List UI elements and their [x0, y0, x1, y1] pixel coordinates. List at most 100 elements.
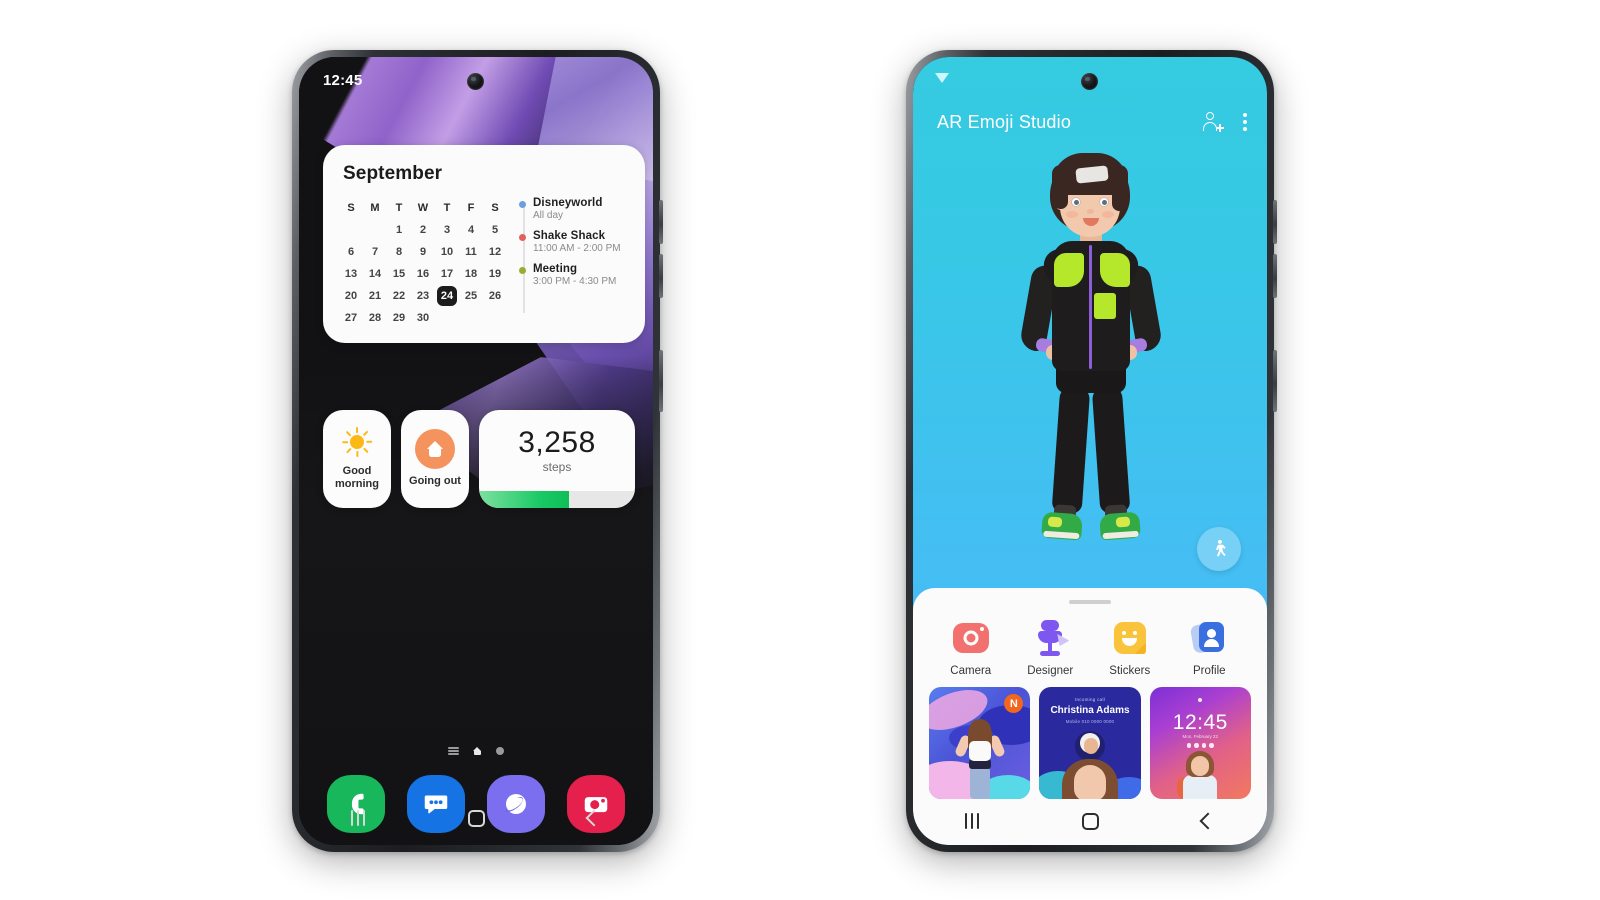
walk-animation-button[interactable]	[1197, 527, 1241, 571]
home-button[interactable]	[417, 809, 535, 827]
calendar-day[interactable]: 9	[411, 241, 435, 263]
calendar-widget[interactable]: September S M T W T F S 1 2 3 4 5 6 7 8 …	[323, 145, 645, 343]
left-phone-power-button[interactable]	[659, 350, 663, 412]
calendar-day[interactable]: 7	[363, 241, 387, 263]
front-camera-punch-hole	[467, 73, 484, 90]
lockscreen-date: Mon, February 22	[1182, 734, 1219, 739]
left-phone-volume-up-button[interactable]	[659, 200, 663, 244]
calendar-day[interactable]: 27	[339, 307, 363, 329]
calendar-day[interactable]	[459, 307, 483, 329]
event-color-dot	[519, 201, 526, 208]
left-phone-volume-down-button[interactable]	[659, 254, 663, 298]
front-camera-punch-hole	[1081, 73, 1098, 90]
calendar-day[interactable]: 15	[387, 263, 411, 285]
shortcut-profile[interactable]: Profile	[1174, 618, 1244, 677]
lockscreen-preview-card[interactable]: 12:45 Mon, February 22	[1149, 687, 1251, 799]
calendar-day[interactable]: 20	[339, 285, 363, 307]
weekday-label: F	[467, 202, 475, 214]
list-icon[interactable]	[448, 747, 459, 755]
home-icon	[1081, 812, 1099, 830]
recents-icon	[964, 813, 980, 829]
call-background-preview-card[interactable]: Incoming call Christina Adams Mobile 010…	[1039, 687, 1141, 799]
mannequin-icon	[1033, 620, 1070, 656]
ar-emoji-avatar[interactable]	[984, 153, 1196, 593]
weekday-label: T	[395, 202, 403, 214]
event-title: Shake Shack	[533, 230, 606, 242]
recents-button[interactable]	[299, 810, 417, 826]
right-phone-screen: AR Emoji Studio Camera Designer Stickers…	[913, 57, 1267, 845]
calendar-day[interactable]: 5	[483, 219, 507, 241]
calendar-day[interactable]: 13	[339, 263, 363, 285]
calendar-day[interactable]: 28	[363, 307, 387, 329]
home-page-indicator[interactable]	[299, 747, 653, 756]
right-navigation-bar	[913, 803, 1267, 839]
calendar-day[interactable]: 3	[435, 219, 459, 241]
calendar-day[interactable]: 11	[459, 241, 483, 263]
calendar-day[interactable]: 10	[435, 241, 459, 263]
shortcut-row: Camera Designer Stickers Profile	[913, 604, 1267, 677]
weekday-label: T	[443, 202, 451, 214]
right-phone-power-button[interactable]	[1273, 350, 1277, 412]
shortcut-designer[interactable]: Designer	[1015, 618, 1085, 677]
add-person-icon[interactable]	[1203, 112, 1224, 132]
calendar-day[interactable]	[483, 307, 507, 329]
event-time: 3:00 PM - 4:30 PM	[533, 276, 617, 287]
contact-avatar	[1074, 731, 1105, 761]
more-options-icon[interactable]	[1243, 113, 1247, 131]
steps-counter-widget[interactable]: 3,258 steps	[479, 410, 635, 508]
shortcut-label: Camera	[950, 665, 992, 677]
calendar-day-selected[interactable]: 24	[435, 285, 459, 307]
home-button[interactable]	[1031, 812, 1149, 830]
calendar-day[interactable]: 25	[459, 285, 483, 307]
calendar-grid[interactable]: S M T W T F S 1 2 3 4 5 6 7 8 9 10 11 12…	[339, 197, 509, 329]
calendar-event-item[interactable]: Disneyworld All day	[519, 197, 629, 221]
calendar-weekday-header-row: S M T W T F S	[339, 197, 509, 219]
calendar-day[interactable]: 6	[339, 241, 363, 263]
back-button[interactable]	[535, 809, 653, 827]
calendar-day[interactable]: 16	[411, 263, 435, 285]
left-phone-screen: 12:45 September S M T W T F S 1 2 3 4 5 …	[299, 57, 653, 845]
calendar-day[interactable]: 22	[387, 285, 411, 307]
sticker-preview-card[interactable]: N	[929, 687, 1031, 799]
calendar-day[interactable]: 29	[387, 307, 411, 329]
calendar-day[interactable]: 18	[459, 263, 483, 285]
routine-good-morning-widget[interactable]: Good morning	[323, 410, 391, 508]
profile-card-icon	[1190, 621, 1226, 655]
calendar-day[interactable]: 14	[363, 263, 387, 285]
widget-label-line2: morning	[335, 478, 379, 490]
calendar-day[interactable]: 1	[387, 219, 411, 241]
routine-going-out-widget[interactable]: Going out	[401, 410, 469, 508]
back-button[interactable]	[1149, 812, 1267, 830]
weekday-label: M	[370, 202, 380, 214]
right-phone-volume-down-button[interactable]	[1273, 254, 1277, 298]
calendar-day[interactable]: 4	[459, 219, 483, 241]
calendar-day[interactable]: 30	[411, 307, 435, 329]
calendar-day[interactable]	[435, 307, 459, 329]
calendar-day[interactable]: 17	[435, 263, 459, 285]
home-icon[interactable]	[473, 747, 482, 756]
screenshot-canvas: 12:45 September S M T W T F S 1 2 3 4 5 …	[0, 0, 1600, 900]
home-icon	[467, 809, 485, 827]
left-navigation-bar	[299, 799, 653, 837]
calendar-day[interactable]: 21	[363, 285, 387, 307]
calendar-event-item[interactable]: Meeting 3:00 PM - 4:30 PM	[519, 263, 629, 287]
calendar-day[interactable]: 2	[411, 219, 435, 241]
dot-icon[interactable]	[496, 747, 504, 755]
calendar-day[interactable]: 19	[483, 263, 507, 285]
ar-emoji-bottom-sheet: Camera Designer Stickers Profile N Incom…	[913, 588, 1267, 845]
shortcut-camera[interactable]: Camera	[936, 618, 1006, 677]
calendar-day[interactable]: 26	[483, 285, 507, 307]
calendar-day[interactable]	[363, 219, 387, 241]
shortcut-stickers[interactable]: Stickers	[1095, 618, 1165, 677]
calendar-event-item[interactable]: Shake Shack 11:00 AM - 2:00 PM	[519, 230, 629, 254]
calendar-day[interactable]: 8	[387, 241, 411, 263]
calendar-day[interactable]: 23	[411, 285, 435, 307]
widget-label-line1: Good	[342, 464, 372, 477]
calendar-day[interactable]	[339, 219, 363, 241]
recents-button[interactable]	[913, 813, 1031, 829]
calendar-week-row: 20 21 22 23 24 25 26	[339, 285, 509, 307]
right-phone-volume-up-button[interactable]	[1273, 200, 1277, 244]
calendar-day[interactable]: 12	[483, 241, 507, 263]
camera-icon	[952, 623, 989, 653]
right-phone-device: AR Emoji Studio Camera Designer Stickers…	[906, 50, 1277, 852]
